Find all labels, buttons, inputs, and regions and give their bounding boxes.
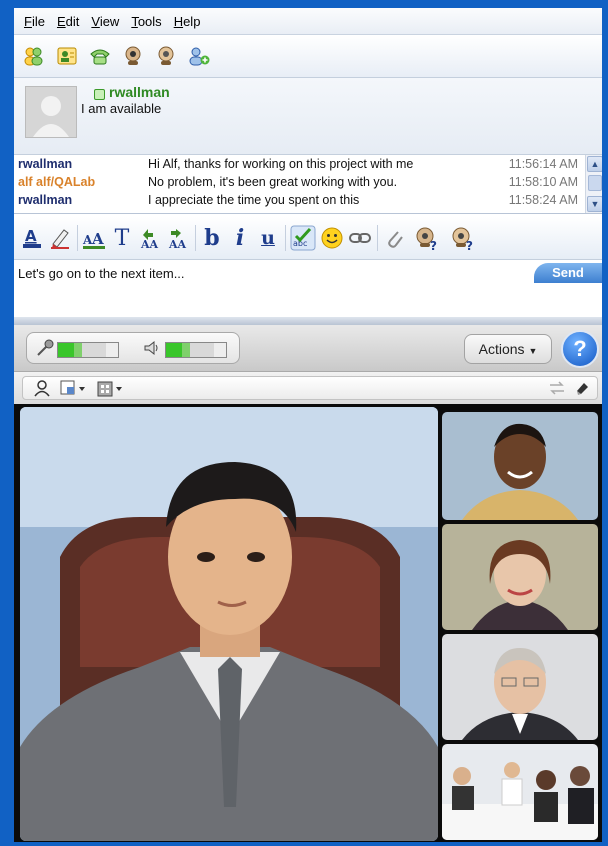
chat-message: alf alf/QALab No problem, it's been grea… (14, 175, 584, 193)
help-button[interactable]: ? (561, 330, 599, 368)
menu-edit[interactable]: Edit (57, 14, 79, 29)
user-status-panel: rwallman I am available (14, 78, 602, 155)
participant-video-1[interactable] (442, 412, 598, 520)
contacts-icon[interactable] (21, 43, 47, 69)
participant-video-2[interactable] (442, 524, 598, 630)
actions-button[interactable]: Actions ▼ (464, 334, 552, 364)
bold-button[interactable]: b (200, 224, 224, 252)
toolbar-separator (195, 225, 196, 251)
add-contact-icon[interactable] (186, 43, 212, 69)
font-size-icon[interactable]: AA (82, 224, 106, 252)
highlighter-icon[interactable] (48, 224, 72, 252)
shrink-font-label: AA (168, 238, 187, 250)
chat-text: Hi Alf, thanks for working on this proje… (148, 157, 414, 171)
microphone-icon[interactable] (35, 339, 55, 360)
swap-icon[interactable] (547, 379, 567, 400)
chat-message: rwallman I appreciate the time you spent… (14, 193, 584, 211)
format-toolbar: A AA T AA AA b i u abc ? ? (14, 217, 602, 260)
toolbar-separator (285, 225, 286, 251)
italic-button[interactable]: i (228, 224, 252, 252)
svg-text:?: ? (466, 239, 473, 251)
building-icon[interactable] (95, 379, 125, 400)
window-frame: File Edit View Tools Help rwallman I am … (0, 0, 608, 846)
webcam-alt-icon[interactable] (153, 43, 179, 69)
main-toolbar (14, 35, 602, 78)
participant-icon[interactable] (33, 379, 51, 400)
menu-tools[interactable]: Tools (131, 14, 161, 29)
chat-window: File Edit View Tools Help rwallman I am … (14, 8, 602, 842)
chat-time: 11:58:24 AM (508, 193, 578, 207)
avatar (25, 86, 77, 138)
av-control-bar: Actions ▼ ? (14, 325, 602, 372)
status-message: I am available (81, 101, 162, 116)
participant-video-3[interactable] (442, 634, 598, 740)
chat-sender: rwallman (18, 193, 73, 207)
chevron-down-icon: ▼ (528, 346, 538, 356)
grow-font-button[interactable]: AA (138, 224, 162, 252)
scroll-up-icon[interactable]: ▲ (587, 156, 602, 172)
chat-sender: alf alf/QALab (18, 175, 96, 189)
pane-splitter[interactable] (14, 317, 602, 325)
compose-area: Let's go on to the next item... Send (14, 260, 602, 316)
chat-time: 11:56:14 AM (508, 157, 578, 171)
video-toolbar (14, 372, 602, 405)
query-video-icon[interactable]: ? (450, 224, 478, 252)
chat-message: rwallman Hi Alf, thanks for working on t… (14, 157, 584, 175)
video-toolbar-strip (22, 376, 598, 400)
attach-icon[interactable] (382, 224, 406, 252)
audio-level-panel (26, 332, 240, 364)
toolbar-separator (77, 225, 78, 251)
shrink-font-button[interactable]: AA (166, 224, 190, 252)
query-user-icon[interactable]: ? (414, 224, 442, 252)
grow-font-label: AA (140, 238, 159, 250)
send-button[interactable]: Send (534, 263, 602, 283)
underline-button[interactable]: u (256, 224, 280, 252)
svg-text:A: A (91, 230, 104, 248)
address-book-icon[interactable] (54, 43, 80, 69)
eraser-icon[interactable] (573, 379, 591, 400)
phone-icon[interactable] (87, 43, 113, 69)
emoticon-icon[interactable] (320, 224, 344, 252)
chat-scrollbar[interactable]: ▲ ▼ (585, 155, 602, 213)
layout-icon[interactable] (59, 379, 87, 400)
svg-text:?: ? (430, 239, 437, 251)
link-icon[interactable] (348, 224, 372, 252)
message-input[interactable]: Let's go on to the next item... (18, 266, 518, 281)
chat-sender: rwallman (18, 157, 73, 171)
webcam-icon[interactable] (120, 43, 146, 69)
speaker-level-meter[interactable] (165, 342, 227, 358)
menu-file[interactable]: File (24, 14, 45, 29)
main-video-feed[interactable] (20, 407, 438, 841)
svg-text:A: A (25, 227, 37, 245)
chat-text: I appreciate the time you spent on this (148, 193, 360, 207)
font-color-icon[interactable]: A (20, 224, 44, 252)
video-panel (14, 404, 602, 842)
microphone-level-meter[interactable] (57, 342, 119, 358)
font-face-button[interactable]: T (110, 224, 134, 252)
menu-help[interactable]: Help (174, 14, 201, 29)
chat-transcript[interactable]: rwallman Hi Alf, thanks for working on t… (14, 155, 602, 214)
scroll-thumb[interactable] (588, 175, 602, 191)
actions-label: Actions (478, 341, 525, 357)
chat-time: 11:58:10 AM (508, 175, 578, 189)
menu-view[interactable]: View (91, 14, 119, 29)
toolbar-separator (377, 225, 378, 251)
chat-text: No problem, it's been great working with… (148, 175, 398, 189)
status-username: rwallman (109, 84, 170, 100)
online-status-icon (94, 89, 105, 100)
speaker-icon[interactable] (143, 339, 161, 360)
menu-bar: File Edit View Tools Help (14, 8, 602, 35)
scroll-down-icon[interactable]: ▼ (587, 196, 602, 212)
participant-video-4[interactable] (442, 744, 598, 840)
spellcheck-icon[interactable]: abc (290, 224, 316, 252)
